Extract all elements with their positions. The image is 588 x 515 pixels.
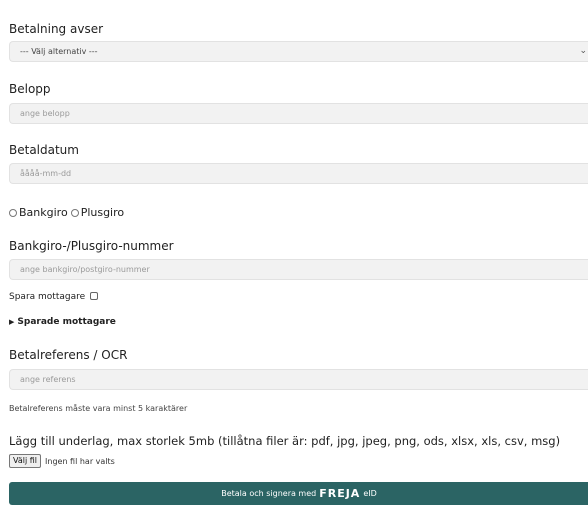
saved-recipients-toggle[interactable]: ▶ Sparade mottagare — [9, 317, 116, 327]
payment-for-label: Betalning avser — [9, 22, 104, 36]
reference-input[interactable]: ange referens — [9, 369, 588, 390]
account-number-input[interactable]: ange bankgiro/postgiro-nummer — [9, 259, 588, 280]
pay-date-placeholder: åååå-mm-dd — [20, 169, 72, 178]
submit-prefix: Betala och signera med — [221, 489, 317, 498]
pay-date-label: Betaldatum — [9, 143, 79, 157]
chevron-down-icon: ⌄ — [579, 46, 587, 56]
reference-hint: Betalreferens måste vara minst 5 karaktä… — [9, 404, 188, 413]
plusgiro-radio[interactable] — [70, 208, 79, 217]
choose-file-button[interactable]: Välj fil — [9, 454, 42, 468]
freja-logo: FREJA — [319, 487, 361, 500]
save-recipient-checkbox[interactable] — [90, 292, 99, 300]
reference-label: Betalreferens / OCR — [9, 348, 128, 362]
pay-and-sign-button[interactable]: Betala och signera med FREJA eID — [9, 482, 588, 505]
upload-label: Lägg till underlag, max storlek 5mb (til… — [9, 434, 561, 448]
account-number-label: Bankgiro-/Plusgiro-nummer — [9, 239, 174, 253]
disclosure-triangle-icon: ▶ — [9, 318, 15, 326]
bankgiro-radio[interactable] — [9, 208, 17, 217]
amount-input[interactable]: ange belopp — [9, 103, 588, 124]
pay-date-input[interactable]: åååå-mm-dd — [9, 163, 588, 184]
amount-label: Belopp — [9, 82, 51, 96]
reference-placeholder: ange referens — [20, 375, 76, 384]
file-status: Ingen fil har valts — [45, 456, 115, 466]
file-input: Välj fil Ingen fil har valts — [9, 454, 115, 468]
payment-form: Betalning avser --- Välj alternativ --- … — [0, 0, 588, 515]
bankgiro-label[interactable]: Bankgiro — [19, 206, 68, 219]
save-recipient-row: Spara mottagare — [9, 292, 99, 302]
submit-suffix: eID — [363, 489, 377, 498]
account-type-radio-group: Bankgiro Plusgiro — [9, 206, 124, 219]
saved-recipients-label: Sparade mottagare — [17, 317, 116, 327]
payment-for-selected: --- Välj alternativ --- — [20, 47, 98, 56]
plusgiro-label[interactable]: Plusgiro — [81, 206, 124, 219]
save-recipient-label: Spara mottagare — [9, 292, 86, 302]
payment-for-select[interactable]: --- Välj alternativ --- ⌄ — [9, 41, 588, 62]
amount-placeholder: ange belopp — [20, 109, 70, 118]
account-number-placeholder: ange bankgiro/postgiro-nummer — [20, 265, 150, 274]
